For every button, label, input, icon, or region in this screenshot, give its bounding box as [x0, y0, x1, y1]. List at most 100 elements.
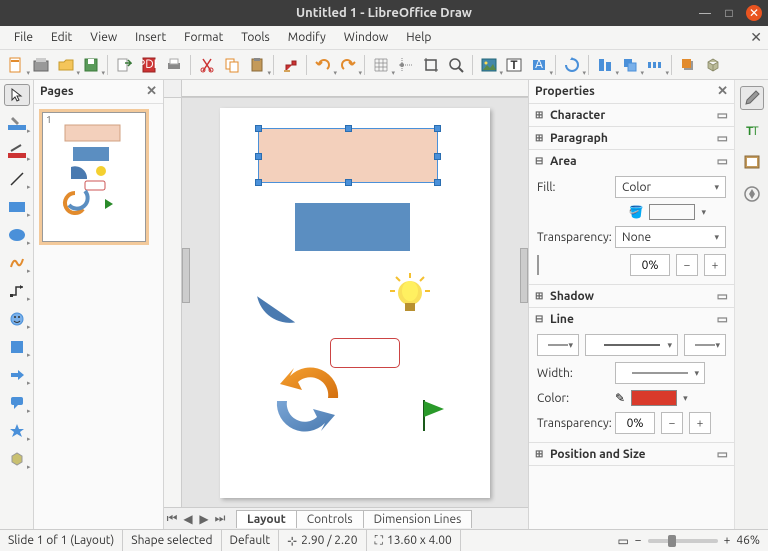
menu-insert[interactable]: Insert [127, 28, 174, 47]
shadow-more-icon[interactable]: ▭ [717, 289, 728, 303]
line-transparency-value[interactable]: 0% [615, 412, 655, 434]
character-more-icon[interactable]: ▭ [717, 108, 728, 122]
curve-tool[interactable] [4, 252, 30, 274]
tab-layout[interactable]: Layout [236, 510, 297, 528]
line-style-select[interactable] [585, 334, 678, 356]
export-button[interactable] [112, 53, 136, 77]
section-position[interactable]: Position and Size [550, 448, 646, 461]
shape-pie[interactable] [255, 268, 325, 328]
expand-shadow[interactable]: ⊞ [535, 290, 546, 302]
pages-panel-close[interactable]: ✕ [146, 84, 157, 99]
section-paragraph[interactable]: Paragraph [550, 132, 608, 145]
area-transparency-inc[interactable]: + [704, 254, 726, 276]
zoom-button[interactable] [444, 53, 468, 77]
menu-edit[interactable]: Edit [43, 28, 80, 47]
minimize-button[interactable]: — [698, 6, 712, 20]
distribute-button[interactable] [643, 53, 667, 77]
grid-button[interactable] [369, 53, 393, 77]
clone-formatting-button[interactable] [278, 53, 302, 77]
ellipse-tool[interactable] [4, 224, 30, 246]
cut-button[interactable] [195, 53, 219, 77]
fill-color-chip[interactable] [649, 204, 695, 220]
insert-textbox-button[interactable]: T [502, 53, 526, 77]
shape-rectangle-selected[interactable] [258, 128, 438, 183]
fill-color-tool[interactable] [4, 112, 30, 134]
line-width-select[interactable] [615, 362, 705, 384]
menu-window[interactable]: Window [336, 28, 396, 47]
lightbulb-icon[interactable] [390, 273, 430, 318]
print-button[interactable] [162, 53, 186, 77]
menu-help[interactable]: Help [398, 28, 439, 47]
3d-button[interactable] [701, 53, 725, 77]
line-color-chip[interactable] [631, 390, 677, 406]
redo-button[interactable] [336, 53, 360, 77]
area-transparency-value[interactable]: 0% [630, 254, 670, 276]
area-transparency-select[interactable]: None [615, 226, 726, 248]
zoom-value[interactable]: 46% [736, 534, 760, 547]
copy-button[interactable] [220, 53, 244, 77]
arrange-button[interactable] [618, 53, 642, 77]
fontwork-button[interactable]: A [527, 53, 551, 77]
menu-view[interactable]: View [82, 28, 125, 47]
paste-button[interactable] [245, 53, 269, 77]
shape-rectangle-blue[interactable] [295, 203, 410, 251]
tab-nav-last[interactable]: ⏭ [212, 512, 228, 526]
status-fit-page-icon[interactable]: ▭ [617, 534, 628, 548]
shape-flag[interactable] [420, 398, 450, 433]
canvas-splitter-right[interactable] [520, 248, 528, 303]
zoom-in[interactable]: + [724, 534, 731, 547]
maximize-button[interactable]: □ [722, 6, 736, 20]
fill-type-select[interactable]: Color [615, 176, 726, 198]
area-transparency-dec[interactable]: − [676, 254, 698, 276]
menu-tools[interactable]: Tools [233, 28, 278, 47]
line-tool[interactable] [4, 168, 30, 190]
undo-button[interactable] [311, 53, 335, 77]
align-button[interactable] [593, 53, 617, 77]
line-transparency-dec[interactable]: − [661, 412, 683, 434]
menu-modify[interactable]: Modify [280, 28, 334, 47]
arrow-end-select[interactable] [684, 334, 726, 356]
sidebar-properties-icon[interactable] [740, 86, 764, 110]
area-more-icon[interactable]: ▭ [717, 154, 728, 168]
section-shadow[interactable]: Shadow [550, 290, 594, 303]
zoom-slider[interactable] [648, 539, 718, 543]
expand-position[interactable]: ⊞ [535, 448, 546, 460]
collapse-line[interactable]: ⊟ [535, 313, 546, 325]
basic-shapes-tool[interactable] [4, 308, 30, 330]
shape-circular-arrows[interactable] [260, 358, 355, 443]
shadow-button[interactable] [676, 53, 700, 77]
properties-close[interactable]: ✕ [717, 84, 728, 99]
templates-button[interactable] [29, 53, 53, 77]
close-button[interactable]: ✕ [746, 5, 762, 21]
zoom-out[interactable]: − [635, 534, 642, 547]
section-character[interactable]: Character [550, 109, 605, 122]
transformations-button[interactable] [560, 53, 584, 77]
collapse-area[interactable]: ⊟ [535, 155, 546, 167]
close-document-button[interactable]: ✕ [750, 29, 762, 46]
tab-nav-prev[interactable]: ◀ [180, 512, 196, 526]
save-button[interactable] [79, 53, 103, 77]
line-more-icon[interactable]: ▭ [717, 312, 728, 326]
symbol-shapes-tool[interactable] [4, 336, 30, 358]
menu-format[interactable]: Format [176, 28, 231, 47]
line-transparency-inc[interactable]: + [689, 412, 711, 434]
horizontal-ruler[interactable] [182, 80, 528, 98]
snap-guides-button[interactable] [394, 53, 418, 77]
paragraph-more-icon[interactable]: ▭ [717, 131, 728, 145]
expand-paragraph[interactable]: ⊞ [535, 132, 546, 144]
open-button[interactable] [54, 53, 78, 77]
callout-tool[interactable] [4, 392, 30, 414]
sidebar-gallery-icon[interactable] [740, 150, 764, 174]
export-pdf-button[interactable]: PDF [137, 53, 161, 77]
status-style[interactable]: Default [222, 530, 280, 551]
drawing-page[interactable] [220, 108, 490, 498]
position-more-icon[interactable]: ▭ [717, 447, 728, 461]
rectangle-tool[interactable] [4, 196, 30, 218]
crop-button[interactable] [419, 53, 443, 77]
canvas-viewport[interactable] [182, 98, 528, 507]
star-tool[interactable] [4, 420, 30, 442]
section-area[interactable]: Area [550, 155, 577, 168]
arrow-start-select[interactable] [537, 334, 579, 356]
menu-file[interactable]: File [6, 28, 41, 47]
sidebar-navigator-icon[interactable] [740, 182, 764, 206]
